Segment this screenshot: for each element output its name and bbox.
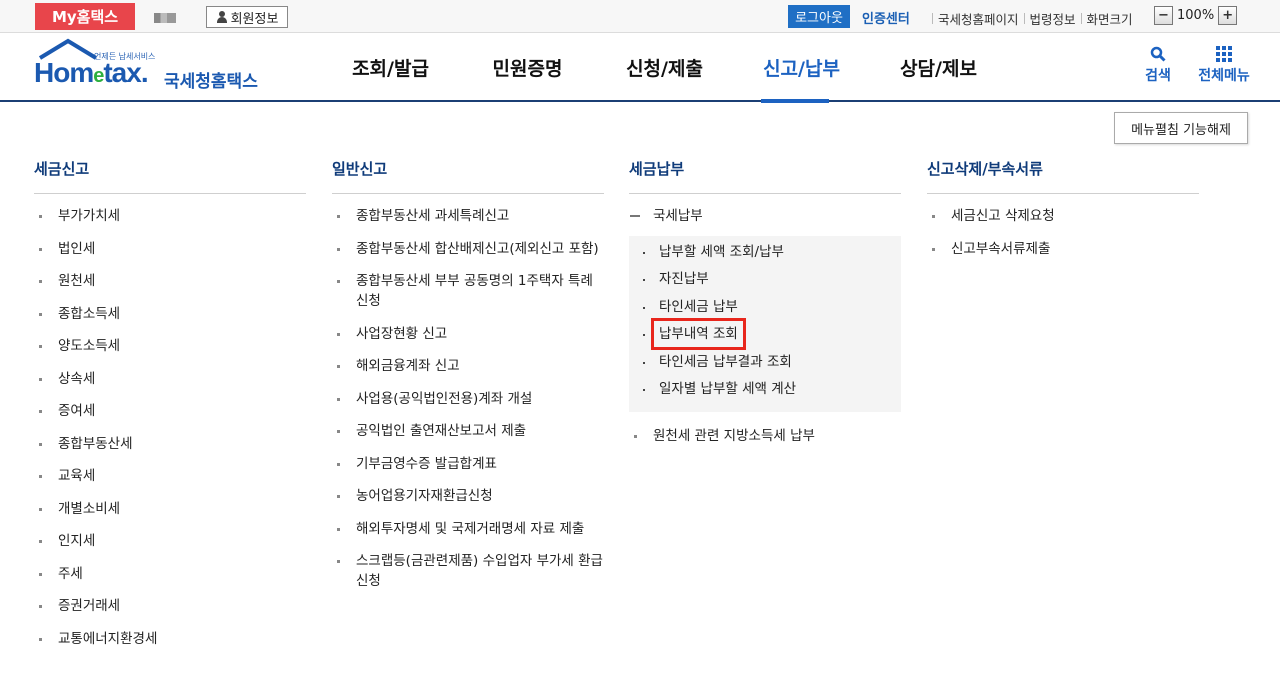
search-button[interactable]: 검색 [1138, 43, 1178, 85]
menu-item[interactable]: 농어업용기자재환급신청 [332, 486, 604, 506]
zoom-control: − 100% + [1154, 6, 1238, 25]
submenu-item[interactable]: 납부할 세액 조회/납부 [629, 242, 901, 262]
username-masked [154, 12, 202, 24]
menu-list: 원천세 관련 지방소득세 납부 [629, 426, 901, 446]
utility-links: 국세청홈페이지 법령정보 화면크기 [927, 9, 1133, 28]
tab-filing-payment[interactable]: 신고/납부 [733, 33, 870, 103]
menu-item[interactable]: 해외금융계좌 신고 [332, 356, 604, 376]
menu-item[interactable]: 인지세 [34, 531, 306, 551]
logo-korean-name: 국세청홈택스 [164, 72, 258, 92]
divider [1023, 13, 1025, 24]
column-title[interactable]: 세금신고 [34, 156, 306, 194]
menu-item[interactable]: 원천세 [34, 271, 306, 291]
menu-item[interactable]: 종합부동산세 합산배제신고(제외신고 포함) [332, 239, 604, 259]
zoom-in-button[interactable]: + [1218, 6, 1238, 25]
menu-column-tax-filing: 세금신고 부가가치세 법인세 원천세 종합소득세 양도소득세 상속세 증여세 종… [34, 156, 306, 661]
menu-item[interactable]: 공익법인 출연재산보고서 제출 [332, 421, 604, 441]
menu-item[interactable]: 원천세 관련 지방소득세 납부 [629, 426, 901, 446]
divider [1080, 13, 1082, 24]
menu-item[interactable]: 양도소득세 [34, 336, 306, 356]
main-nav: 조회/발급 민원증명 신청/제출 신고/납부 상담/제보 [322, 33, 1007, 103]
tab-consult-report[interactable]: 상담/제보 [870, 33, 1007, 102]
main-header: 언제든 납세서비스 Hometax. 국세청홈택스 조회/발급 민원증명 신청/… [0, 33, 1280, 103]
member-info-label: 회원정보 [230, 11, 279, 27]
menu-item[interactable]: 스크랩등(금관련제품) 수입업자 부가세 환급 신청 [332, 551, 604, 591]
menu-item[interactable]: 교통에너지환경세 [34, 629, 306, 649]
top-utility-bar: My홈택스 회원정보 로그아웃 인증센터 국세청홈페이지 법령정보 화면크기 −… [0, 0, 1280, 33]
column-title[interactable]: 일반신고 [332, 156, 604, 194]
menu-item[interactable]: 주세 [34, 564, 306, 584]
screen-size-label: 화면크기 [1086, 12, 1133, 27]
menu-item[interactable]: 교육세 [34, 466, 306, 486]
nts-homepage-link[interactable]: 국세청홈페이지 [938, 9, 1019, 28]
menu-item[interactable]: 종합부동산세 부부 공동명의 1주택자 특례 신청 [332, 271, 604, 311]
column-title[interactable]: 신고삭제/부속서류 [927, 156, 1199, 194]
menu-item[interactable]: 사업장현황 신고 [332, 324, 604, 344]
menu-list: 부가가치세 법인세 원천세 종합소득세 양도소득세 상속세 증여세 종합부동산세… [34, 206, 306, 649]
menu-item[interactable]: 상속세 [34, 369, 306, 389]
law-info-link[interactable]: 법령정보 [1030, 9, 1076, 28]
menu-list: 국세납부 [629, 206, 901, 226]
search-label: 검색 [1145, 68, 1171, 84]
logout-button[interactable]: 로그아웃 [788, 5, 850, 28]
menu-list: 세금신고 삭제요청 신고부속서류제출 [927, 206, 1199, 259]
submenu-national-tax-payment: 납부할 세액 조회/납부 자진납부 타인세금 납부 납부내역 조회 타인세금 납… [629, 235, 901, 412]
menu-item[interactable]: 법인세 [34, 239, 306, 259]
submenu-item[interactable]: 자진납부 [629, 269, 901, 289]
submenu-item[interactable]: 타인세금 납부 [629, 297, 901, 317]
menu-column-general-filing: 일반신고 종합부동산세 과세특례신고 종합부동산세 합산배제신고(제외신고 포함… [332, 156, 604, 604]
cert-center-link[interactable]: 인증센터 [862, 8, 910, 27]
menu-column-tax-payment: 세금납부 국세납부 납부할 세액 조회/납부 자진납부 타인세금 납부 납부내역… [629, 156, 901, 458]
tab-certificate[interactable]: 민원증명 [459, 33, 596, 102]
menu-item[interactable]: 신고부속서류제출 [927, 239, 1199, 259]
menu-item[interactable]: 종합부동산세 과세특례신고 [332, 206, 604, 226]
zoom-level: 100% [1177, 8, 1215, 23]
divider [932, 13, 933, 24]
grid-menu-icon [1216, 46, 1232, 62]
person-icon [216, 11, 228, 23]
menu-item[interactable]: 해외투자명세 및 국제거래명세 자료 제출 [332, 519, 604, 539]
column-title[interactable]: 세금납부 [629, 156, 901, 194]
menu-item[interactable]: 부가가치세 [34, 206, 306, 226]
hometax-logo[interactable]: 언제든 납세서비스 Hometax. 국세청홈택스 [34, 38, 264, 96]
logo-wordmark: Hometax. [34, 57, 149, 88]
submenu-item[interactable]: 일자별 납부할 세액 계산 [629, 379, 901, 399]
all-menu-button[interactable]: 전체메뉴 [1194, 43, 1254, 85]
menu-item[interactable]: 종합부동산세 [34, 434, 306, 454]
zoom-out-button[interactable]: − [1154, 6, 1173, 25]
all-menu-label: 전체메뉴 [1198, 68, 1250, 84]
my-hometax-button[interactable]: My홈택스 [35, 3, 135, 30]
menu-column-delete-attachments: 신고삭제/부속서류 세금신고 삭제요청 신고부속서류제출 [927, 156, 1199, 271]
menu-list: 종합부동산세 과세특례신고 종합부동산세 합산배제신고(제외신고 포함) 종합부… [332, 206, 604, 591]
submenu-item[interactable]: 타인세금 납부결과 조회 [629, 352, 901, 372]
menu-item[interactable]: 기부금영수증 발급합계표 [332, 454, 604, 474]
search-icon [1150, 46, 1166, 62]
menu-item[interactable]: 개별소비세 [34, 499, 306, 519]
menu-item[interactable]: 세금신고 삭제요청 [927, 206, 1199, 226]
menu-item-national-tax-payment[interactable]: 국세납부 [629, 206, 901, 226]
tab-inquiry-issue[interactable]: 조회/발급 [322, 33, 459, 102]
menu-item[interactable]: 사업용(공익법인전용)계좌 개설 [332, 389, 604, 409]
member-info-button[interactable]: 회원정보 [206, 6, 288, 28]
menu-item[interactable]: 증여세 [34, 401, 306, 421]
menu-item[interactable]: 종합소득세 [34, 304, 306, 324]
submenu-item-payment-history-highlighted[interactable]: 납부내역 조회 [629, 318, 901, 350]
menu-fold-toggle-button[interactable]: 메뉴펼침 기능해제 [1114, 112, 1248, 144]
menu-item[interactable]: 증권거래세 [34, 596, 306, 616]
tab-application[interactable]: 신청/제출 [596, 33, 733, 102]
masked-name-icon [154, 13, 176, 23]
